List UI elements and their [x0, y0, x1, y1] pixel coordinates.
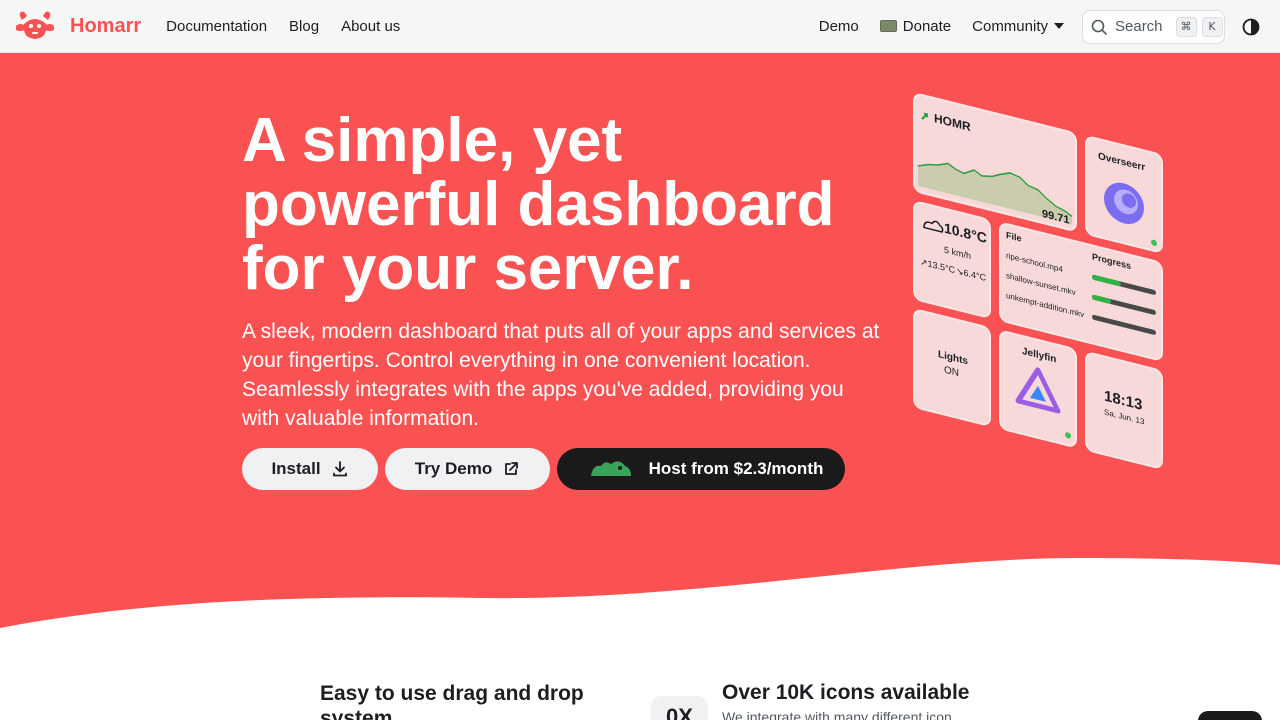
dashboard-mockup-illustration: HOMR 99.71 Overseerr 10.8°C 5 km/h ↗13.5… — [913, 93, 1163, 469]
homarr-logo-icon — [16, 11, 54, 39]
nav-community-dropdown[interactable]: Community — [972, 18, 1064, 35]
nav-demo[interactable]: Demo — [819, 18, 859, 35]
nav-donate-label: Donate — [902, 18, 952, 35]
try-demo-button[interactable]: Try Demo — [385, 448, 550, 490]
host-label: Host from $2.3/month — [648, 459, 824, 478]
brand-link[interactable]: Homarr — [14, 10, 141, 42]
hosting-logo-icon — [590, 461, 631, 476]
caret-down-icon — [1054, 23, 1064, 29]
install-label: Install — [271, 459, 321, 478]
money-icon — [879, 20, 897, 32]
hero-title-line-1: A simple, yet — [242, 106, 623, 175]
hero-title-line-3: for your server. — [242, 234, 694, 303]
kbd-k: K — [1201, 16, 1223, 37]
hero-title: A simple, yet powerful dashboard for you… — [242, 109, 922, 301]
clock-card — [1085, 352, 1163, 469]
hero-subtitle: A sleek, modern dashboard that puts all … — [242, 320, 880, 430]
download-icon — [332, 461, 347, 477]
brand-name: Homarr — [70, 14, 142, 37]
search-icon — [1091, 19, 1107, 35]
feature-drag-drop-title-line-1: Easy to use drag and drop — [320, 682, 584, 705]
search-button[interactable]: Search ⌘ K — [1082, 9, 1225, 44]
hero-section: A simple, yet powerful dashboard for you… — [0, 53, 1280, 720]
install-button[interactable]: Install — [242, 448, 378, 490]
icons-feature-icon: 0X — [651, 696, 708, 720]
search-label: Search — [1115, 18, 1163, 35]
feature-drag-drop-title: Easy to use drag and drop system — [320, 681, 584, 720]
kbd-command: ⌘ — [1175, 16, 1197, 37]
feature-icons-title: Over 10K icons available — [722, 681, 970, 704]
theme-toggle-icon[interactable] — [1241, 17, 1261, 37]
hero-title-line-2: powerful dashboard — [242, 170, 835, 239]
nav-donate[interactable]: Donate — [879, 18, 952, 35]
host-button[interactable]: Host from $2.3/month — [557, 448, 845, 490]
external-link-icon — [505, 462, 519, 475]
navbar: Homarr Documentation Blog About us Demo … — [0, 0, 1280, 53]
chat-widget-button[interactable] — [1198, 711, 1262, 720]
nav-documentation[interactable]: Documentation — [166, 18, 267, 35]
try-demo-label: Try Demo — [414, 459, 493, 478]
nav-blog[interactable]: Blog — [289, 18, 319, 35]
nav-about-us[interactable]: About us — [341, 18, 400, 35]
feature-drag-drop-title-line-2: system — [320, 707, 393, 720]
feature-icons-desc: We integrate with many different icon — [722, 709, 952, 720]
nav-community-label: Community — [972, 18, 1048, 35]
